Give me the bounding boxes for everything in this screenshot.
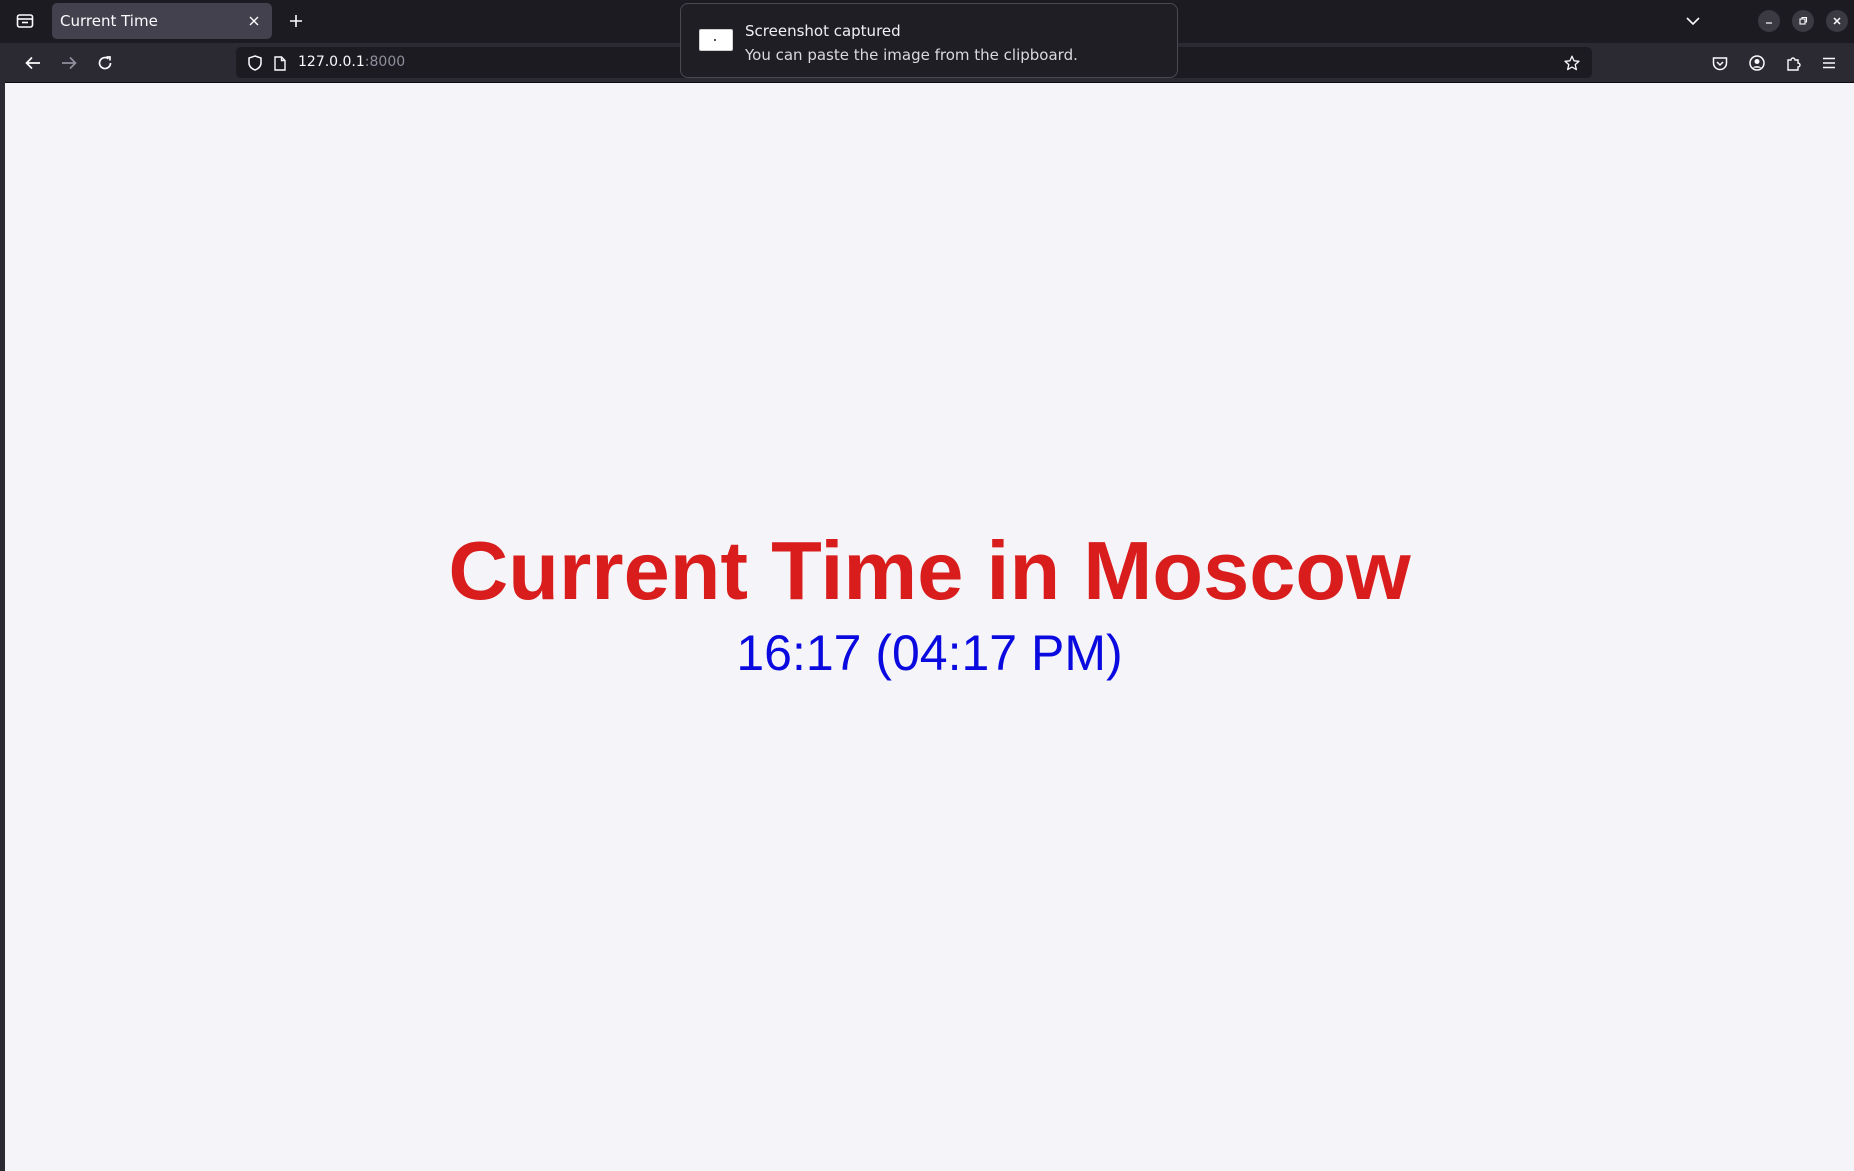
- url-text[interactable]: 127.0.0.1:8000: [298, 54, 405, 70]
- screenshot-notification[interactable]: Screenshot captured You can paste the im…: [680, 3, 1178, 78]
- tab-current-time[interactable]: Current Time: [52, 3, 272, 39]
- pocket-icon[interactable]: [1705, 48, 1735, 78]
- url-port: :8000: [364, 54, 406, 70]
- account-icon[interactable]: [1742, 48, 1772, 78]
- extensions-puzzle-icon[interactable]: [1778, 48, 1808, 78]
- tab-title: Current Time: [60, 12, 158, 30]
- restore-window-icon[interactable]: [1792, 10, 1814, 32]
- close-window-icon[interactable]: [1826, 10, 1848, 32]
- screenshot-thumbnail: [699, 29, 733, 51]
- time-display: 16:17 (04:17 PM): [736, 625, 1123, 681]
- back-arrow-icon[interactable]: [18, 48, 48, 78]
- forward-arrow-icon[interactable]: [54, 48, 84, 78]
- hamburger-menu-icon[interactable]: [1814, 48, 1844, 78]
- reload-icon[interactable]: [90, 48, 120, 78]
- firefox-view-icon[interactable]: [10, 8, 40, 34]
- chevron-down-icon[interactable]: [1678, 6, 1708, 36]
- minimize-window-icon[interactable]: [1758, 10, 1780, 32]
- page-heading: Current Time in Moscow: [448, 524, 1411, 617]
- shield-icon[interactable]: [245, 53, 265, 73]
- url-host: 127.0.0.1: [298, 54, 365, 70]
- new-tab-plus-icon[interactable]: [282, 7, 310, 35]
- notification-body: You can paste the image from the clipboa…: [745, 46, 1078, 64]
- notification-title: Screenshot captured: [745, 22, 901, 40]
- page-info-icon[interactable]: [270, 53, 290, 73]
- bookmark-star-icon[interactable]: [1561, 52, 1583, 74]
- page-content: Current Time in Moscow 16:17 (04:17 PM): [5, 83, 1854, 1171]
- close-tab-icon[interactable]: [242, 9, 266, 33]
